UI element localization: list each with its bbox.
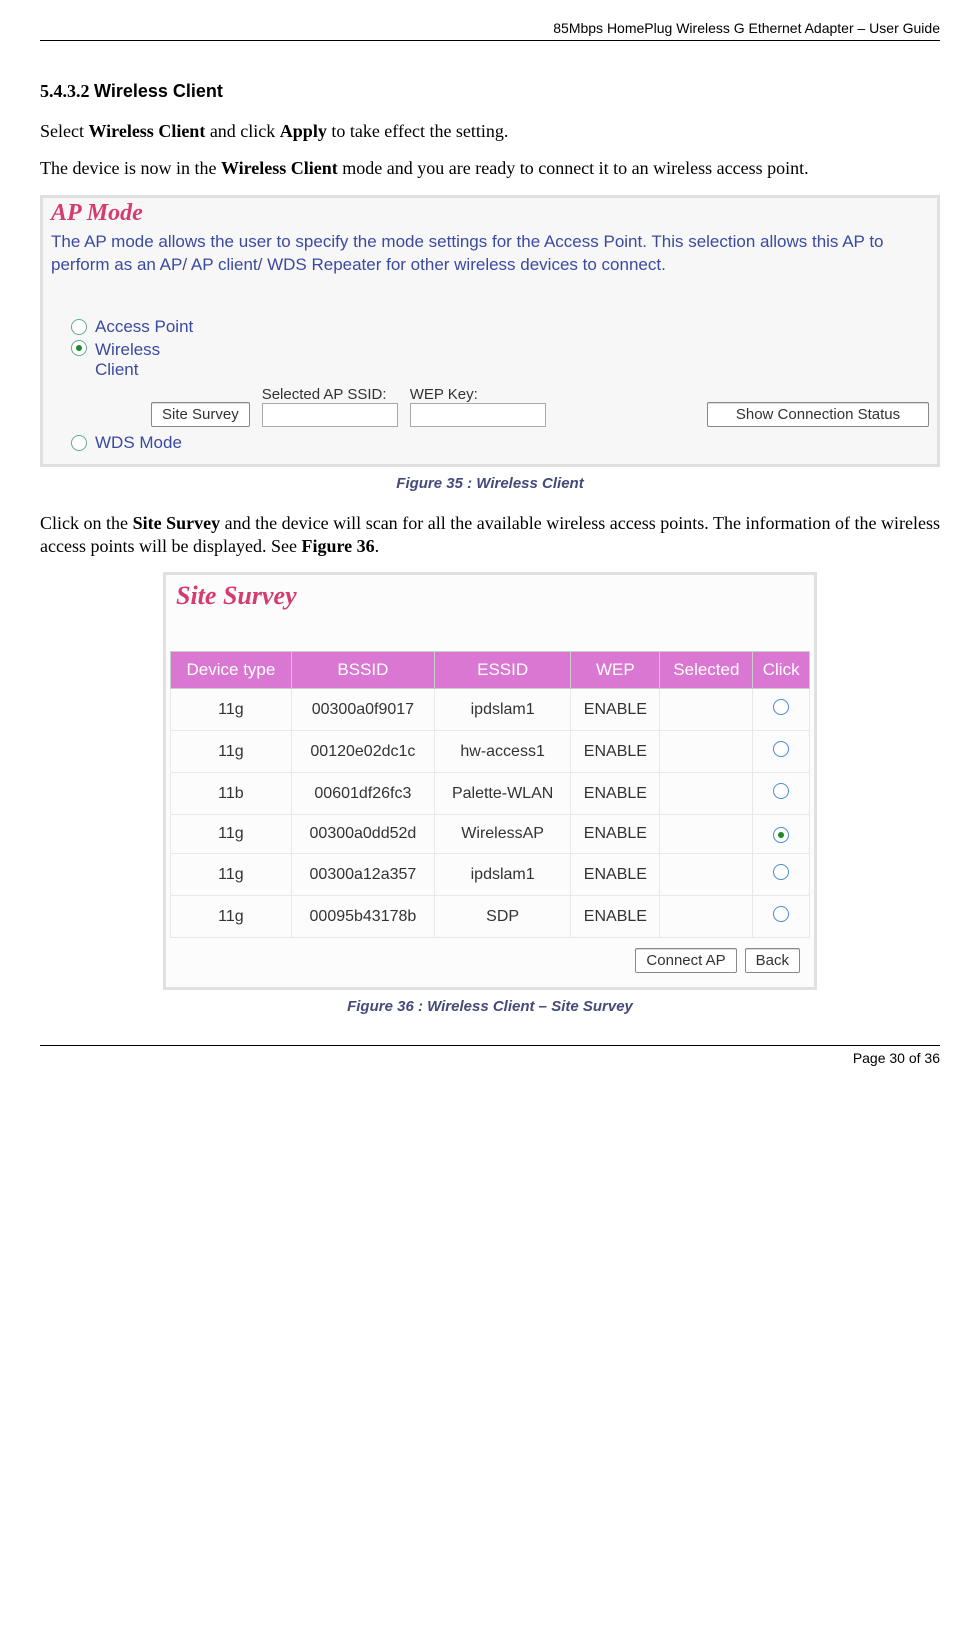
table-cell: ENABLE <box>571 773 660 815</box>
radio-icon <box>773 699 789 715</box>
table-cell: hw-access1 <box>434 731 570 773</box>
table-row: 11g00095b43178bSDPENABLE <box>171 896 810 938</box>
selected-cell <box>660 896 753 938</box>
table-cell: 11b <box>171 773 292 815</box>
table-cell: 11g <box>171 689 292 731</box>
table-cell: ENABLE <box>571 689 660 731</box>
table-cell: 00300a12a357 <box>291 854 434 896</box>
table-header: ESSID <box>434 652 570 689</box>
connect-ap-button[interactable]: Connect AP <box>635 948 736 973</box>
paragraph-3: Click on the Site Survey and the device … <box>40 512 940 559</box>
radio-icon <box>773 827 789 843</box>
table-row: 11g00300a0f9017ipdslam1ENABLE <box>171 689 810 731</box>
click-cell[interactable] <box>753 773 810 815</box>
paragraph-2: The device is now in the Wireless Client… <box>40 157 940 180</box>
table-cell: 00300a0f9017 <box>291 689 434 731</box>
selected-cell <box>660 731 753 773</box>
figure-35-caption: Figure 35 : Wireless Client <box>40 475 940 492</box>
table-cell: ENABLE <box>571 854 660 896</box>
ssid-label: Selected AP SSID: <box>262 386 398 403</box>
paragraph-1: Select Wireless Client and click Apply t… <box>40 120 940 143</box>
show-connection-status-button[interactable]: Show Connection Status <box>707 402 929 427</box>
click-cell[interactable] <box>753 896 810 938</box>
table-cell: ENABLE <box>571 731 660 773</box>
radio-icon <box>773 783 789 799</box>
radio-access-point[interactable]: Access Point <box>71 317 929 337</box>
table-cell: ipdslam1 <box>434 854 570 896</box>
table-cell: 11g <box>171 896 292 938</box>
ap-mode-description: The AP mode allows the user to specify t… <box>51 231 929 277</box>
back-button[interactable]: Back <box>745 948 800 973</box>
radio-icon <box>71 340 87 356</box>
site-survey-title: Site Survey <box>170 579 810 651</box>
click-cell[interactable] <box>753 854 810 896</box>
selected-cell <box>660 815 753 854</box>
radio-icon <box>71 319 87 335</box>
radio-icon <box>773 741 789 757</box>
wep-input[interactable] <box>410 403 546 427</box>
table-cell: 00120e02dc1c <box>291 731 434 773</box>
figure-35-panel: AP Mode The AP mode allows the user to s… <box>40 195 940 467</box>
radio-icon <box>71 435 87 451</box>
wep-label: WEP Key: <box>410 386 546 403</box>
table-row: 11g00300a12a357ipdslam1ENABLE <box>171 854 810 896</box>
table-cell: 00300a0dd52d <box>291 815 434 854</box>
ap-mode-title: AP Mode <box>51 200 929 227</box>
table-cell: ENABLE <box>571 815 660 854</box>
section-title: Wireless Client <box>94 81 223 101</box>
table-cell: ENABLE <box>571 896 660 938</box>
table-header: Device type <box>171 652 292 689</box>
figure-36-caption: Figure 36 : Wireless Client – Site Surve… <box>40 998 940 1015</box>
doc-header: 85Mbps HomePlug Wireless G Ethernet Adap… <box>40 20 940 41</box>
selected-cell <box>660 773 753 815</box>
radio-label: Access Point <box>95 317 193 337</box>
selected-cell <box>660 854 753 896</box>
table-cell: 11g <box>171 854 292 896</box>
table-header: Click <box>753 652 810 689</box>
radio-label: WirelessClient <box>95 340 160 380</box>
table-row: 11b00601df26fc3Palette-WLANENABLE <box>171 773 810 815</box>
page-footer: Page 30 of 36 <box>40 1045 940 1066</box>
table-header: Selected <box>660 652 753 689</box>
radio-label: WDS Mode <box>95 433 182 453</box>
radio-icon <box>773 906 789 922</box>
figure-36-panel: Site Survey Device typeBSSIDESSIDWEPSele… <box>163 572 817 990</box>
radio-wds-mode[interactable]: WDS Mode <box>71 433 929 453</box>
table-cell: 00095b43178b <box>291 896 434 938</box>
click-cell[interactable] <box>753 731 810 773</box>
table-cell: ipdslam1 <box>434 689 570 731</box>
radio-wireless-client[interactable]: WirelessClient <box>71 340 929 380</box>
site-survey-button[interactable]: Site Survey <box>151 402 250 427</box>
table-row: 11g00300a0dd52dWirelessAPENABLE <box>171 815 810 854</box>
table-row: 11g00120e02dc1chw-access1ENABLE <box>171 731 810 773</box>
selected-cell <box>660 689 753 731</box>
table-header: WEP <box>571 652 660 689</box>
radio-icon <box>773 864 789 880</box>
site-survey-table: Device typeBSSIDESSIDWEPSelectedClick 11… <box>170 651 810 938</box>
table-header: BSSID <box>291 652 434 689</box>
ssid-input[interactable] <box>262 403 398 427</box>
click-cell[interactable] <box>753 689 810 731</box>
table-cell: SDP <box>434 896 570 938</box>
table-cell: WirelessAP <box>434 815 570 854</box>
table-cell: 00601df26fc3 <box>291 773 434 815</box>
table-cell: Palette-WLAN <box>434 773 570 815</box>
section-number: 5.4.3.2 <box>40 81 90 101</box>
table-cell: 11g <box>171 731 292 773</box>
table-cell: 11g <box>171 815 292 854</box>
click-cell[interactable] <box>753 815 810 854</box>
